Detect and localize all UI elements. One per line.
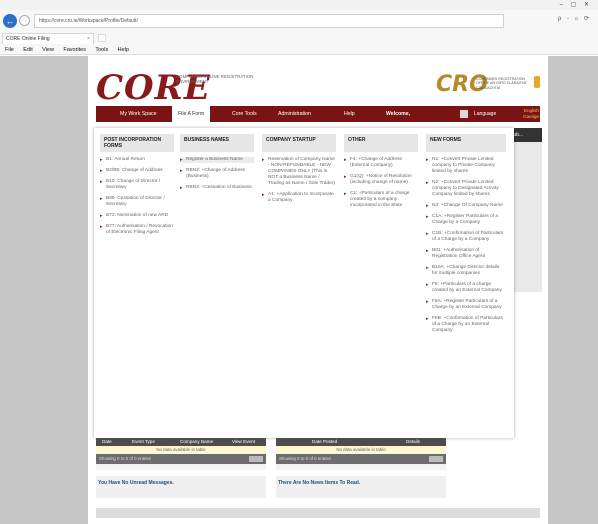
form-link[interactable]: B73: Nomination of new ARD [100, 213, 174, 219]
pagination-buttons[interactable] [429, 456, 443, 462]
nav-my-work-space[interactable]: My Work Space [120, 106, 157, 122]
news-items-text: There Are No News Items To Read. [278, 480, 361, 486]
events-table: Date Event Type Company Name View Event … [96, 438, 266, 470]
address-row: ← → https://core.cro.ie/Workspace/Profil… [0, 10, 598, 32]
empty-message: No data available in table [276, 446, 446, 453]
entries-info: Showing 0 to 0 of 0 entries [279, 456, 331, 461]
address-bar[interactable]: https://core.cro.ie/Workspace/Profile/De… [34, 14, 504, 28]
pagination-buttons[interactable] [249, 456, 263, 462]
form-link[interactable]: F6: +Particulars of a charge created by … [426, 282, 506, 294]
form-link[interactable]: B2/B5: Change of Address [100, 168, 174, 174]
nav-file-a-form[interactable]: File A Form [172, 106, 211, 122]
nav-help[interactable]: Help [344, 106, 355, 122]
tab-close-icon[interactable]: × [87, 34, 90, 44]
form-link[interactable]: Reservation of Company Name - NON-REFUND… [262, 157, 336, 187]
column-header: COMPANY STARTUP [262, 134, 336, 152]
form-link[interactable]: C1A: +Register Particulars of a Charge b… [426, 214, 506, 226]
tab-title: CORE Online Filing [6, 36, 50, 42]
menu-view[interactable]: View [42, 45, 54, 55]
menu-favorites[interactable]: Favorites [63, 45, 86, 55]
nav-core-tools[interactable]: Core Tools [232, 106, 257, 122]
unread-messages-text: You Have No Unread Messages. [98, 480, 174, 486]
new-tab-button[interactable] [98, 34, 106, 42]
empty-message: No data available in table [96, 446, 266, 453]
column-header: NEW FORMS [426, 134, 506, 152]
cro-flag-icon [534, 76, 540, 88]
form-link[interactable]: B1: Annual Return [100, 157, 174, 163]
nav-welcome: Welcome, [386, 111, 411, 117]
column-event-type[interactable]: Event Type [132, 438, 155, 446]
table-footer: Showing 0 to 0 of 0 entries [276, 454, 446, 464]
form-link[interactable]: F4: +Change of Address (External Company… [344, 157, 418, 169]
window-controls[interactable]: – ▢ ✕ [560, 1, 592, 8]
form-link[interactable]: C1B: +Confirmation of Particulars of a C… [426, 231, 506, 243]
form-link[interactable]: C1: +Particulars of a charge created by … [344, 191, 418, 209]
column-header: POST INCORPORATION FORMS [100, 134, 174, 152]
column-business-names: BUSINESS NAMES Register a Business Name … [180, 134, 254, 196]
column-view-event[interactable]: View Event [232, 438, 255, 446]
form-link[interactable]: B10A: +Change Director details for multi… [426, 265, 506, 277]
column-company-startup: COMPANY STARTUP Reservation of Company N… [262, 134, 336, 209]
form-link[interactable]: G1(Q): +Notice of Resolution (including … [344, 174, 418, 186]
news-table: Date Posted Details No data available in… [276, 438, 446, 470]
site-container: CORE COMPANIES ONLINE REGISTRATION ENVIR… [88, 56, 548, 524]
column-company-name[interactable]: Company Name [180, 438, 213, 446]
form-link[interactable]: F8B: +Confirmation of Particulars of a C… [426, 316, 506, 334]
form-link[interactable]: B81: +Authorisation of Registration Offi… [426, 248, 506, 260]
form-link[interactable]: F8A: +Register Particulars of a Charge b… [426, 299, 506, 311]
nav-administration[interactable]: Administration [278, 106, 311, 122]
column-date[interactable]: Date [102, 438, 112, 446]
menu-help[interactable]: Help [118, 45, 129, 55]
table-footer: Showing 0 to 0 of 0 entries [96, 454, 266, 464]
column-post-incorporation: POST INCORPORATION FORMS B1: Annual Retu… [100, 134, 174, 241]
form-link[interactable]: B69: Cessation of Director / Secretary [100, 196, 174, 208]
language-selector[interactable]: English Gaeilge [517, 108, 539, 119]
column-other: OTHER F4: +Change of Address (External C… [344, 134, 418, 214]
window-titlebar: – ▢ ✕ [0, 0, 598, 10]
main-nav: My Work Space File A Form Core Tools Adm… [96, 106, 540, 122]
events-table-header: Date Event Type Company Name View Event [96, 438, 266, 446]
form-link[interactable]: A1: +Application to Incorporate a Compan… [262, 192, 336, 204]
menu-file[interactable]: File [5, 45, 14, 55]
form-link[interactable]: RBN3: +Cessation of Business [180, 185, 254, 191]
user-icon [460, 110, 468, 118]
core-logo-subtitle: COMPANIES ONLINE REGISTRATION ENVIRONMEN… [176, 74, 254, 85]
form-link[interactable]: N2: +Convert Private Limited company to … [426, 180, 506, 198]
column-new-forms: NEW FORMS N1: +Convert Private Limited c… [426, 134, 506, 339]
cro-logo-subtitle: COMPANIES REGISTRATION OFFICE AN OIFIG C… [476, 77, 527, 90]
forward-button[interactable]: → [19, 15, 30, 26]
menu-edit[interactable]: Edit [23, 45, 32, 55]
tab-strip: CORE Online Filing × [0, 32, 598, 45]
form-link[interactable]: N3: +Change Of Company Name [426, 203, 506, 209]
form-link[interactable]: N1: +Convert Private Limited company to … [426, 157, 506, 175]
form-link[interactable]: B10: Change of Director / Secretary [100, 179, 174, 191]
file-a-form-dropdown: POST INCORPORATION FORMS B1: Annual Retu… [94, 128, 514, 438]
page-background: CORE COMPANIES ONLINE REGISTRATION ENVIR… [0, 56, 598, 524]
column-details[interactable]: Details [406, 438, 420, 446]
footer-strip [96, 508, 540, 518]
news-table-header: Date Posted Details [276, 438, 446, 446]
address-bar-tools[interactable]: ρ - ⌂ ⟳ [508, 15, 594, 27]
menu-bar: File Edit View Favorites Tools Help [0, 45, 598, 55]
browser-tab[interactable]: CORE Online Filing × [2, 33, 94, 44]
column-date-posted[interactable]: Date Posted [312, 438, 337, 446]
menu-tools[interactable]: Tools [95, 45, 108, 55]
back-button[interactable]: ← [3, 14, 17, 28]
column-header: OTHER [344, 134, 418, 152]
form-link[interactable]: B77: Authorisation / Revocation of Elect… [100, 224, 174, 236]
form-link[interactable]: RBN2: +Change of Address (Business) [180, 168, 254, 180]
form-link[interactable]: Register a Business Name [180, 157, 254, 163]
column-header: BUSINESS NAMES [180, 134, 254, 152]
language-label: Language [474, 111, 497, 117]
entries-info: Showing 0 to 0 of 0 entries [99, 456, 151, 461]
